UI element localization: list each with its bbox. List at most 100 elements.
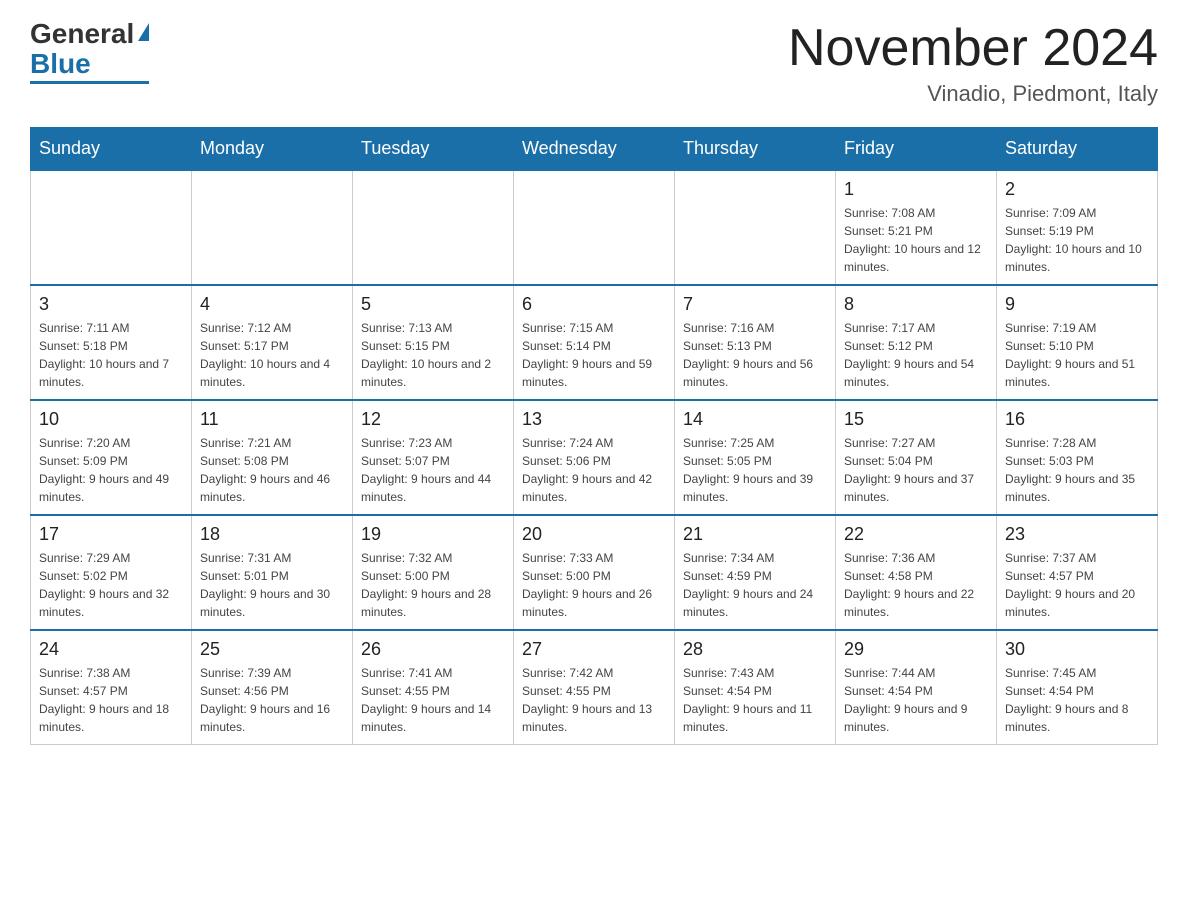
day-info: Sunrise: 7:19 AMSunset: 5:10 PMDaylight:…: [1005, 319, 1149, 391]
calendar-cell: 19Sunrise: 7:32 AMSunset: 5:00 PMDayligh…: [353, 515, 514, 630]
calendar-cell: 6Sunrise: 7:15 AMSunset: 5:14 PMDaylight…: [514, 285, 675, 400]
calendar-cell: 10 Sunrise: 7:20 AMSunset: 5:09 PMDayligh…: [31, 400, 192, 515]
calendar-cell: 18 Sunrise: 7:31 AMSunset: 5:01 PMDayligh…: [192, 515, 353, 630]
day-number: 18: [200, 524, 344, 545]
day-info: Sunrise: 7:13 AMSunset: 5:15 PMDaylight:…: [361, 319, 505, 391]
calendar-cell: 28Sunrise: 7:43 AMSunset: 4:54 PMDayligh…: [675, 630, 836, 745]
day-number: 4: [200, 294, 344, 315]
calendar-cell: 27 Sunrise: 7:42 AMSunset: 4:55 PMDayligh…: [514, 630, 675, 745]
day-number: 11: [200, 409, 344, 430]
logo-blue-text: Blue: [30, 50, 91, 78]
day-info: Sunrise: 7:20 AMSunset: 5:09 PMDaylight:…: [39, 434, 183, 506]
day-number: 15: [844, 409, 988, 430]
day-info: Sunrise: 7:27 AMSunset: 5:04 PMDaylight:…: [844, 434, 988, 506]
day-info: Sunrise: 7:28 AMSunset: 5:03 PMDaylight:…: [1005, 434, 1149, 506]
calendar-cell: 11 Sunrise: 7:21 AMSunset: 5:08 PMDayligh…: [192, 400, 353, 515]
day-number: 9: [1005, 294, 1149, 315]
calendar-cell: 8 Sunrise: 7:17 AMSunset: 5:12 PMDaylight…: [836, 285, 997, 400]
calendar-cell: 2 Sunrise: 7:09 AMSunset: 5:19 PMDaylight…: [997, 170, 1158, 285]
day-number: 17: [39, 524, 183, 545]
day-number: 10: [39, 409, 183, 430]
day-number: 24: [39, 639, 183, 660]
day-info: Sunrise: 7:11 AMSunset: 5:18 PMDaylight:…: [39, 319, 183, 391]
day-info: Sunrise: 7:45 AMSunset: 4:54 PMDaylight:…: [1005, 664, 1149, 736]
day-info: Sunrise: 7:44 AMSunset: 4:54 PMDaylight:…: [844, 664, 988, 736]
calendar-header-sunday: Sunday: [31, 128, 192, 171]
day-info: Sunrise: 7:16 AMSunset: 5:13 PMDaylight:…: [683, 319, 827, 391]
day-info: Sunrise: 7:08 AMSunset: 5:21 PMDaylight:…: [844, 204, 988, 276]
calendar-header-row: SundayMondayTuesdayWednesdayThursdayFrid…: [31, 128, 1158, 171]
calendar-week-row-1: 1 Sunrise: 7:08 AMSunset: 5:21 PMDaylight…: [31, 170, 1158, 285]
day-info: Sunrise: 7:09 AMSunset: 5:19 PMDaylight:…: [1005, 204, 1149, 276]
day-info: Sunrise: 7:21 AMSunset: 5:08 PMDaylight:…: [200, 434, 344, 506]
logo: General Blue: [30, 20, 149, 84]
day-info: Sunrise: 7:36 AMSunset: 4:58 PMDaylight:…: [844, 549, 988, 621]
logo-general-text: General: [30, 20, 134, 48]
day-number: 29: [844, 639, 988, 660]
day-number: 2: [1005, 179, 1149, 200]
day-number: 26: [361, 639, 505, 660]
calendar-header-thursday: Thursday: [675, 128, 836, 171]
day-info: Sunrise: 7:15 AMSunset: 5:14 PMDaylight:…: [522, 319, 666, 391]
calendar-header-friday: Friday: [836, 128, 997, 171]
day-info: Sunrise: 7:29 AMSunset: 5:02 PMDaylight:…: [39, 549, 183, 621]
logo-triangle-icon: [138, 23, 149, 41]
calendar-cell: 26 Sunrise: 7:41 AMSunset: 4:55 PMDayligh…: [353, 630, 514, 745]
calendar-cell: 5 Sunrise: 7:13 AMSunset: 5:15 PMDaylight…: [353, 285, 514, 400]
day-number: 22: [844, 524, 988, 545]
day-number: 1: [844, 179, 988, 200]
day-info: Sunrise: 7:42 AMSunset: 4:55 PMDaylight:…: [522, 664, 666, 736]
calendar-cell: [675, 170, 836, 285]
day-number: 20: [522, 524, 666, 545]
calendar-header-wednesday: Wednesday: [514, 128, 675, 171]
calendar-week-row-2: 3 Sunrise: 7:11 AMSunset: 5:18 PMDaylight…: [31, 285, 1158, 400]
calendar-cell: 4 Sunrise: 7:12 AMSunset: 5:17 PMDaylight…: [192, 285, 353, 400]
day-info: Sunrise: 7:23 AMSunset: 5:07 PMDaylight:…: [361, 434, 505, 506]
calendar-cell: 3 Sunrise: 7:11 AMSunset: 5:18 PMDaylight…: [31, 285, 192, 400]
calendar-cell: 13Sunrise: 7:24 AMSunset: 5:06 PMDayligh…: [514, 400, 675, 515]
calendar-table: SundayMondayTuesdayWednesdayThursdayFrid…: [30, 127, 1158, 745]
day-info: Sunrise: 7:33 AMSunset: 5:00 PMDaylight:…: [522, 549, 666, 621]
calendar-cell: 9 Sunrise: 7:19 AMSunset: 5:10 PMDaylight…: [997, 285, 1158, 400]
calendar-cell: 29 Sunrise: 7:44 AMSunset: 4:54 PMDayligh…: [836, 630, 997, 745]
day-info: Sunrise: 7:25 AMSunset: 5:05 PMDaylight:…: [683, 434, 827, 506]
day-number: 21: [683, 524, 827, 545]
day-number: 28: [683, 639, 827, 660]
day-number: 23: [1005, 524, 1149, 545]
calendar-cell: 23Sunrise: 7:37 AMSunset: 4:57 PMDayligh…: [997, 515, 1158, 630]
calendar-cell: [31, 170, 192, 285]
month-title: November 2024: [788, 20, 1158, 77]
calendar-week-row-3: 10 Sunrise: 7:20 AMSunset: 5:09 PMDayligh…: [31, 400, 1158, 515]
day-info: Sunrise: 7:38 AMSunset: 4:57 PMDaylight:…: [39, 664, 183, 736]
logo-underline: [30, 81, 149, 84]
calendar-cell: 16Sunrise: 7:28 AMSunset: 5:03 PMDayligh…: [997, 400, 1158, 515]
calendar-cell: 20 Sunrise: 7:33 AMSunset: 5:00 PMDayligh…: [514, 515, 675, 630]
day-number: 8: [844, 294, 988, 315]
calendar-cell: 24 Sunrise: 7:38 AMSunset: 4:57 PMDayligh…: [31, 630, 192, 745]
day-info: Sunrise: 7:17 AMSunset: 5:12 PMDaylight:…: [844, 319, 988, 391]
day-info: Sunrise: 7:12 AMSunset: 5:17 PMDaylight:…: [200, 319, 344, 391]
calendar-header-monday: Monday: [192, 128, 353, 171]
calendar-cell: [514, 170, 675, 285]
day-number: 3: [39, 294, 183, 315]
day-number: 27: [522, 639, 666, 660]
day-info: Sunrise: 7:34 AMSunset: 4:59 PMDaylight:…: [683, 549, 827, 621]
calendar-cell: 15 Sunrise: 7:27 AMSunset: 5:04 PMDayligh…: [836, 400, 997, 515]
day-number: 12: [361, 409, 505, 430]
calendar-cell: 12 Sunrise: 7:23 AMSunset: 5:07 PMDayligh…: [353, 400, 514, 515]
day-number: 19: [361, 524, 505, 545]
day-number: 30: [1005, 639, 1149, 660]
calendar-cell: 17 Sunrise: 7:29 AMSunset: 5:02 PMDayligh…: [31, 515, 192, 630]
calendar-header-saturday: Saturday: [997, 128, 1158, 171]
calendar-cell: 21 Sunrise: 7:34 AMSunset: 4:59 PMDayligh…: [675, 515, 836, 630]
day-info: Sunrise: 7:39 AMSunset: 4:56 PMDaylight:…: [200, 664, 344, 736]
calendar-week-row-5: 24 Sunrise: 7:38 AMSunset: 4:57 PMDayligh…: [31, 630, 1158, 745]
calendar-week-row-4: 17 Sunrise: 7:29 AMSunset: 5:02 PMDayligh…: [31, 515, 1158, 630]
day-number: 5: [361, 294, 505, 315]
calendar-cell: 14Sunrise: 7:25 AMSunset: 5:05 PMDayligh…: [675, 400, 836, 515]
day-number: 25: [200, 639, 344, 660]
day-info: Sunrise: 7:31 AMSunset: 5:01 PMDaylight:…: [200, 549, 344, 621]
day-info: Sunrise: 7:41 AMSunset: 4:55 PMDaylight:…: [361, 664, 505, 736]
title-section: November 2024 Vinadio, Piedmont, Italy: [788, 20, 1158, 107]
calendar-cell: 22 Sunrise: 7:36 AMSunset: 4:58 PMDayligh…: [836, 515, 997, 630]
